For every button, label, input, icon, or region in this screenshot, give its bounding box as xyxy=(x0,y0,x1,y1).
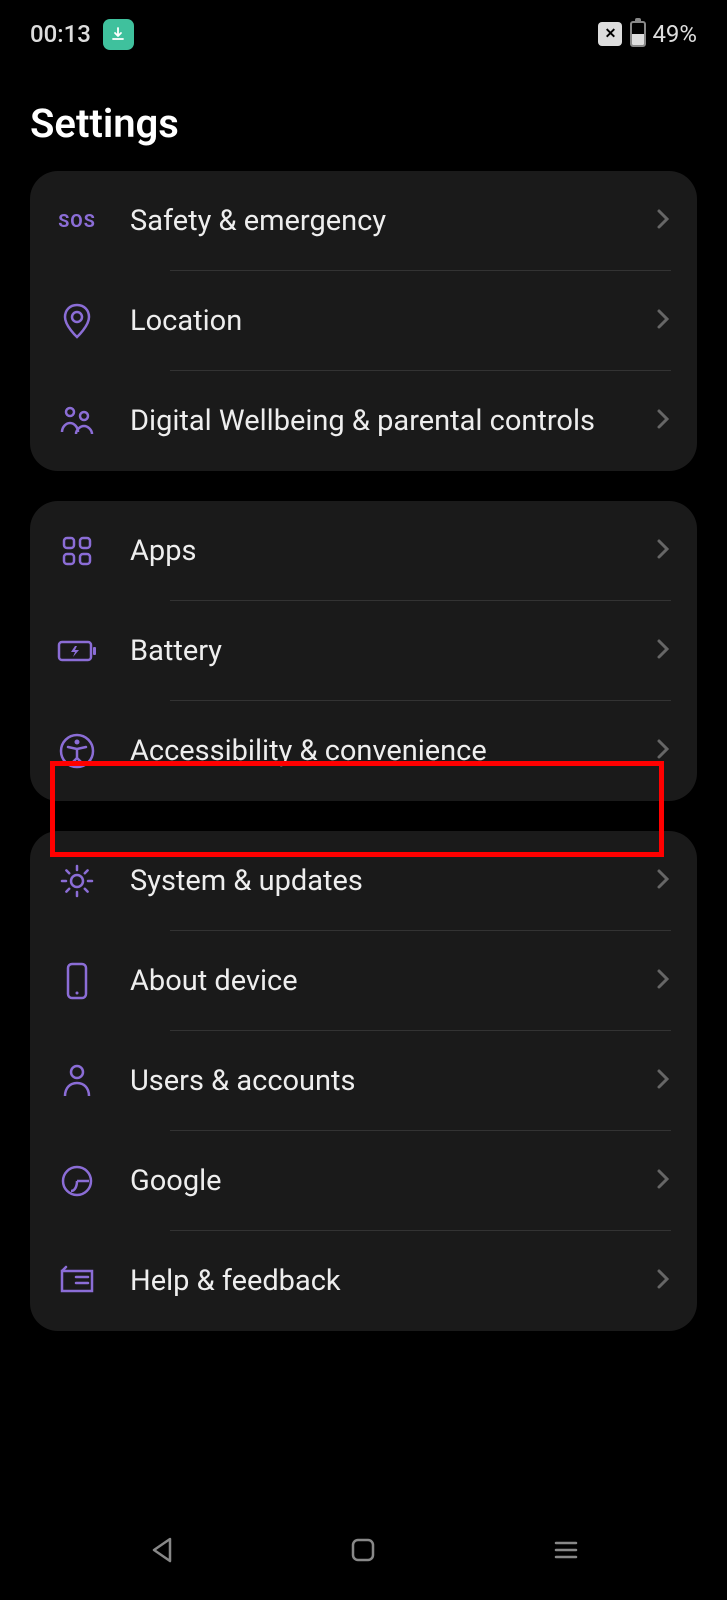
settings-item-users[interactable]: Users & accounts xyxy=(30,1031,697,1131)
download-icon xyxy=(103,19,134,50)
battery-indicator: 49% xyxy=(630,20,697,48)
chevron-right-icon xyxy=(655,535,671,567)
settings-group: SOS Safety & emergency Location Digital … xyxy=(30,171,697,471)
chevron-right-icon xyxy=(655,405,671,437)
chevron-right-icon xyxy=(655,1265,671,1297)
settings-item-label: Users & accounts xyxy=(130,1061,645,1102)
settings-item-apps[interactable]: Apps xyxy=(30,501,697,601)
back-button[interactable] xyxy=(142,1531,180,1569)
status-left: 00:13 xyxy=(30,19,134,50)
accessibility-icon xyxy=(56,730,98,772)
settings-item-battery[interactable]: Battery xyxy=(30,601,697,701)
settings-item-label: Apps xyxy=(130,531,645,572)
chevron-right-icon xyxy=(655,1065,671,1097)
chevron-right-icon xyxy=(655,305,671,337)
apps-icon xyxy=(56,530,98,572)
chevron-right-icon xyxy=(655,1165,671,1197)
chevron-right-icon xyxy=(655,205,671,237)
settings-item-location[interactable]: Location xyxy=(30,271,697,371)
settings-item-accessibility[interactable]: Accessibility & convenience xyxy=(30,701,697,801)
home-button[interactable] xyxy=(344,1531,382,1569)
settings-item-label: Battery xyxy=(130,631,645,672)
settings-item-system[interactable]: System & updates xyxy=(30,831,697,931)
settings-content: SOS Safety & emergency Location Digital … xyxy=(0,171,727,1331)
chevron-right-icon xyxy=(655,635,671,667)
clock: 00:13 xyxy=(30,20,91,48)
navigation-bar xyxy=(0,1500,727,1600)
recent-button[interactable] xyxy=(547,1531,585,1569)
google-icon xyxy=(56,1160,98,1202)
settings-item-safety[interactable]: SOS Safety & emergency xyxy=(30,171,697,271)
settings-item-label: About device xyxy=(130,961,645,1002)
sos-icon: SOS xyxy=(56,200,98,242)
settings-item-wellbeing[interactable]: Digital Wellbeing & parental controls xyxy=(30,371,697,471)
user-icon xyxy=(56,1060,98,1102)
settings-item-google[interactable]: Google xyxy=(30,1131,697,1231)
settings-group: System & updates About device Users & ac… xyxy=(30,831,697,1331)
status-right: ✕ 49% xyxy=(598,20,697,48)
settings-item-label: System & updates xyxy=(130,861,645,902)
settings-item-label: Safety & emergency xyxy=(130,201,645,242)
battery-percent: 49% xyxy=(652,20,697,48)
battery-icon xyxy=(630,21,646,47)
chevron-right-icon xyxy=(655,965,671,997)
help-icon xyxy=(56,1260,98,1302)
chevron-right-icon xyxy=(655,865,671,897)
phone-icon xyxy=(56,960,98,1002)
notification-icon: ✕ xyxy=(598,22,622,46)
settings-item-label: Location xyxy=(130,301,645,342)
location-icon xyxy=(56,300,98,342)
battery-icon xyxy=(56,630,98,672)
settings-item-help[interactable]: Help & feedback xyxy=(30,1231,697,1331)
settings-item-label: Google xyxy=(130,1161,645,1202)
family-icon xyxy=(56,400,98,442)
settings-item-label: Help & feedback xyxy=(130,1261,645,1302)
settings-group: Apps Battery Accessibility & convenience xyxy=(30,501,697,801)
status-bar: 00:13 ✕ 49% xyxy=(0,0,727,60)
settings-item-label: Digital Wellbeing & parental controls xyxy=(130,401,645,442)
chevron-right-icon xyxy=(655,735,671,767)
settings-item-about[interactable]: About device xyxy=(30,931,697,1031)
settings-item-label: Accessibility & convenience xyxy=(130,731,645,772)
gear-icon xyxy=(56,860,98,902)
header: Settings xyxy=(0,60,727,171)
page-title: Settings xyxy=(30,100,697,147)
